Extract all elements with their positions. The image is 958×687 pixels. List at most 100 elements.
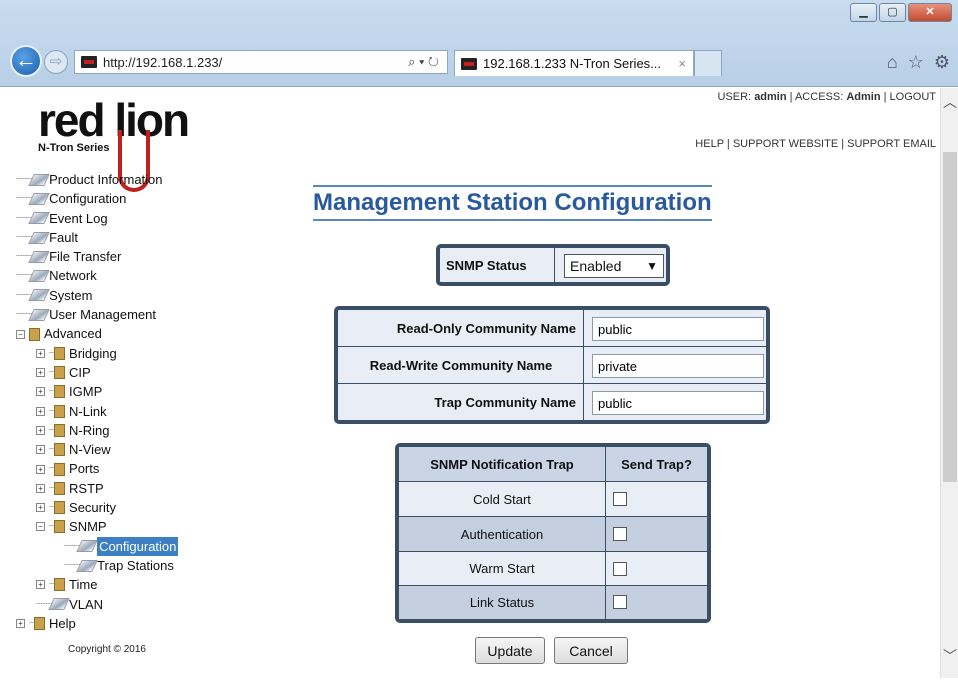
sidebar-item-snmp-configuration[interactable]: ┈┈┈ Configuration <box>16 536 216 556</box>
scroll-up-icon[interactable]: ︿ <box>943 92 957 112</box>
authentication-checkbox[interactable] <box>613 527 627 541</box>
browser-chrome: ▁ ▢ ✕ ← ⇨ http://192.168.1.233/ ⌕ ▾ ↻ 19… <box>0 0 958 87</box>
sidebar-item-igmp[interactable]: + ┈ IGMP <box>16 382 216 401</box>
sidebar-item-n-link[interactable]: + ┈ N-Link <box>16 402 216 421</box>
folder-icon <box>54 366 66 380</box>
expand-icon[interactable]: + <box>36 387 45 397</box>
trap-community-input[interactable] <box>592 391 764 415</box>
separator: | <box>726 138 730 150</box>
sidebar-item-file-transfer[interactable]: ┈┈┈ File Transfer <box>16 247 216 266</box>
collapse-icon[interactable]: − <box>16 329 25 339</box>
sidebar-item-advanced[interactable]: − Advanced <box>16 324 216 343</box>
sidebar-item-network[interactable]: ┈┈┈ Network <box>16 266 216 285</box>
window-controls: ▁ ▢ ✕ <box>850 3 952 22</box>
close-icon[interactable]: ✕ <box>908 3 952 22</box>
trap-link-status-label: Link Status <box>399 586 605 619</box>
page-icon <box>76 540 98 553</box>
browser-tab[interactable]: 192.168.1.233 N-Tron Series... × <box>454 50 694 76</box>
trap-warm-start-label: Warm Start <box>399 552 605 585</box>
logout-link[interactable]: LOGOUT <box>890 91 936 103</box>
minimize-icon[interactable]: ▁ <box>850 3 877 22</box>
sidebar-item-fault[interactable]: ┈┈┈ Fault <box>16 228 216 247</box>
sidebar-item-trap-stations[interactable]: ┈┈┈ Trap Stations <box>16 556 216 575</box>
page-icon <box>28 250 50 263</box>
sidebar-item-label: IGMP <box>69 384 103 400</box>
expand-icon[interactable]: + <box>36 368 45 378</box>
new-tab-button[interactable] <box>694 50 722 76</box>
sidebar-item-bridging[interactable]: + ┈ Bridging <box>16 344 216 363</box>
sidebar-item-system[interactable]: ┈┈┈ System <box>16 286 216 305</box>
expand-icon[interactable]: + <box>36 348 45 358</box>
tree-connector: ┈┈┈ <box>64 540 80 552</box>
support-email-link[interactable]: SUPPORT EMAIL <box>847 138 936 150</box>
page-icon <box>76 559 98 572</box>
read-write-community-input[interactable] <box>592 354 764 378</box>
home-icon[interactable]: ⌂ <box>887 52 898 73</box>
folder-icon <box>54 501 66 515</box>
trap-header-send: Send Trap? <box>606 447 707 481</box>
sidebar-item-snmp[interactable]: − ┈ SNMP <box>16 517 216 536</box>
cancel-button[interactable]: Cancel <box>554 637 628 664</box>
maximize-icon[interactable]: ▢ <box>879 3 906 22</box>
sidebar-item-cip[interactable]: + ┈ CIP <box>16 363 216 382</box>
collapse-icon[interactable]: − <box>36 522 45 532</box>
expand-icon[interactable]: + <box>36 445 45 455</box>
sidebar-item-label: Product Information <box>49 172 163 187</box>
expand-icon[interactable]: + <box>16 618 25 628</box>
sidebar-item-user-management[interactable]: ┈┈┈ User Management <box>16 305 216 324</box>
sidebar-item-label: Configuration <box>49 191 127 207</box>
sidebar-item-rstp[interactable]: + ┈ RSTP <box>16 479 216 498</box>
update-button[interactable]: Update <box>475 637 545 664</box>
scroll-down-icon[interactable]: ﹀ <box>943 646 957 666</box>
help-link[interactable]: HELP <box>695 138 724 150</box>
expand-icon[interactable]: + <box>36 464 45 474</box>
sidebar-item-configuration[interactable]: ┈┈┈ Configuration <box>16 189 216 208</box>
address-bar[interactable]: http://192.168.1.233/ ⌕ ▾ ↻ <box>74 50 448 74</box>
sidebar-item-event-log[interactable]: ┈┈┈ Event Log <box>16 209 216 228</box>
sidebar-item-n-view[interactable]: + ┈ N-View <box>16 440 216 459</box>
favorites-star-icon[interactable]: ☆ <box>908 52 924 73</box>
tree-connector: ┈┈┈ <box>16 251 32 263</box>
expand-icon[interactable]: + <box>36 406 45 416</box>
address-url[interactable]: http://192.168.1.233/ <box>103 55 400 70</box>
sidebar-item-label-selected: Configuration <box>97 536 179 556</box>
expand-icon[interactable]: + <box>36 580 45 590</box>
read-only-community-input[interactable] <box>592 317 764 341</box>
sidebar-item-product-information[interactable]: ┈┈┈ Product Information <box>16 170 216 189</box>
page-icon <box>48 598 70 611</box>
sidebar-item-help[interactable]: + ┈ Help <box>16 614 216 633</box>
snmp-status-select[interactable]: Enabled ▼ <box>564 254 664 278</box>
tab-close-icon[interactable]: × <box>671 56 693 71</box>
user-bar: USER: admin | ACCESS: Admin | LOGOUT <box>718 91 937 103</box>
snmp-status-label: SNMP Status <box>446 258 527 273</box>
forward-icon[interactable]: ⇨ <box>44 50 68 74</box>
expand-icon[interactable]: + <box>36 426 45 435</box>
sidebar-item-label: Event Log <box>49 210 108 226</box>
folder-icon <box>54 424 66 437</box>
sidebar-item-ports[interactable]: + ┈ Ports <box>16 459 216 478</box>
sidebar-item-n-ring[interactable]: + ┈ N-Ring <box>16 421 216 440</box>
back-icon[interactable]: ← <box>10 45 42 77</box>
sidebar-item-security[interactable]: + ┈ Security <box>16 498 216 517</box>
sidebar-item-time[interactable]: + ┈ Time <box>16 575 216 594</box>
page-icon <box>28 289 50 302</box>
sidebar-item-label: Network <box>49 268 97 284</box>
community-names-box: Read-Only Community Name Read-Write Comm… <box>334 306 770 424</box>
vertical-scrollbar[interactable]: ︿ ﹀ <box>940 88 958 678</box>
cold-start-checkbox[interactable] <box>613 492 627 506</box>
sidebar-item-label: CIP <box>69 364 91 380</box>
folder-icon <box>54 346 66 360</box>
sidebar-item-label: RSTP <box>69 480 104 496</box>
expand-icon[interactable]: + <box>36 483 45 493</box>
sidebar-item-label: System <box>49 287 93 303</box>
sidebar-item-vlan[interactable]: ┈┈┈ VLAN <box>16 595 216 614</box>
search-icon[interactable]: ⌕ ▾ ↻ <box>400 54 447 70</box>
warm-start-checkbox[interactable] <box>613 562 627 576</box>
tree-connector: ┈┈┈ <box>16 270 32 282</box>
expand-icon[interactable]: + <box>36 503 45 513</box>
scroll-thumb[interactable] <box>943 152 957 482</box>
support-website-link[interactable]: SUPPORT WEBSITE <box>733 138 838 150</box>
gear-icon[interactable]: ⚙ <box>934 52 950 73</box>
sidebar-item-label: File Transfer <box>49 249 122 265</box>
link-status-checkbox[interactable] <box>613 595 627 609</box>
